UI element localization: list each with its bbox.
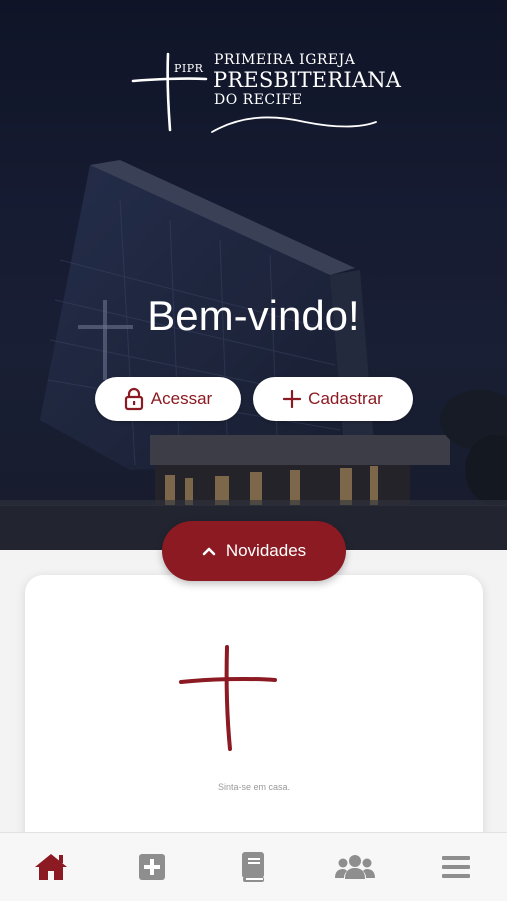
card-caption: Sinta-se em casa. — [217, 782, 291, 792]
cross-icon — [131, 52, 208, 132]
login-button-label: Acessar — [150, 389, 213, 408]
users-icon — [334, 855, 375, 879]
nav-home[interactable] — [21, 842, 81, 892]
nav-menu[interactable] — [426, 842, 486, 892]
chevron-up-icon — [202, 547, 216, 556]
plus-square-icon — [139, 854, 166, 880]
hero-banner: PIPR PRIMEIRA IGREJA PRESBITERIANA DO RE… — [0, 0, 507, 550]
church-logo: PIPR PRIMEIRA IGREJA PRESBITERIANA DO RE… — [130, 48, 401, 140]
nav-add[interactable] — [122, 842, 182, 892]
news-toggle-label: Novidades — [225, 541, 307, 560]
news-toggle-button[interactable]: Novidades — [162, 521, 346, 581]
nav-community[interactable] — [325, 842, 385, 892]
home-icon — [34, 854, 67, 880]
login-button[interactable]: Acessar — [95, 377, 241, 421]
logo-text-line2: PRESBITERIANA — [213, 68, 402, 92]
logo-text-line1: PRIMEIRA IGREJA — [214, 52, 356, 68]
news-card[interactable]: Sinta-se em casa. — [25, 575, 483, 865]
bottom-navigation — [0, 832, 507, 901]
logo-swoosh — [211, 116, 377, 133]
plus-icon — [283, 390, 302, 408]
signup-button-label: Cadastrar — [308, 389, 383, 408]
logo-abbreviation: PIPR — [174, 62, 204, 75]
menu-icon — [442, 856, 471, 878]
nav-bible[interactable] — [223, 842, 283, 892]
cross-icon — [179, 645, 277, 751]
signup-button[interactable]: Cadastrar — [253, 377, 413, 421]
welcome-title: Bem-vindo! — [147, 292, 360, 339]
logo-text-line3: DO RECIFE — [214, 92, 303, 108]
lock-icon — [124, 387, 143, 411]
book-icon — [242, 852, 265, 882]
